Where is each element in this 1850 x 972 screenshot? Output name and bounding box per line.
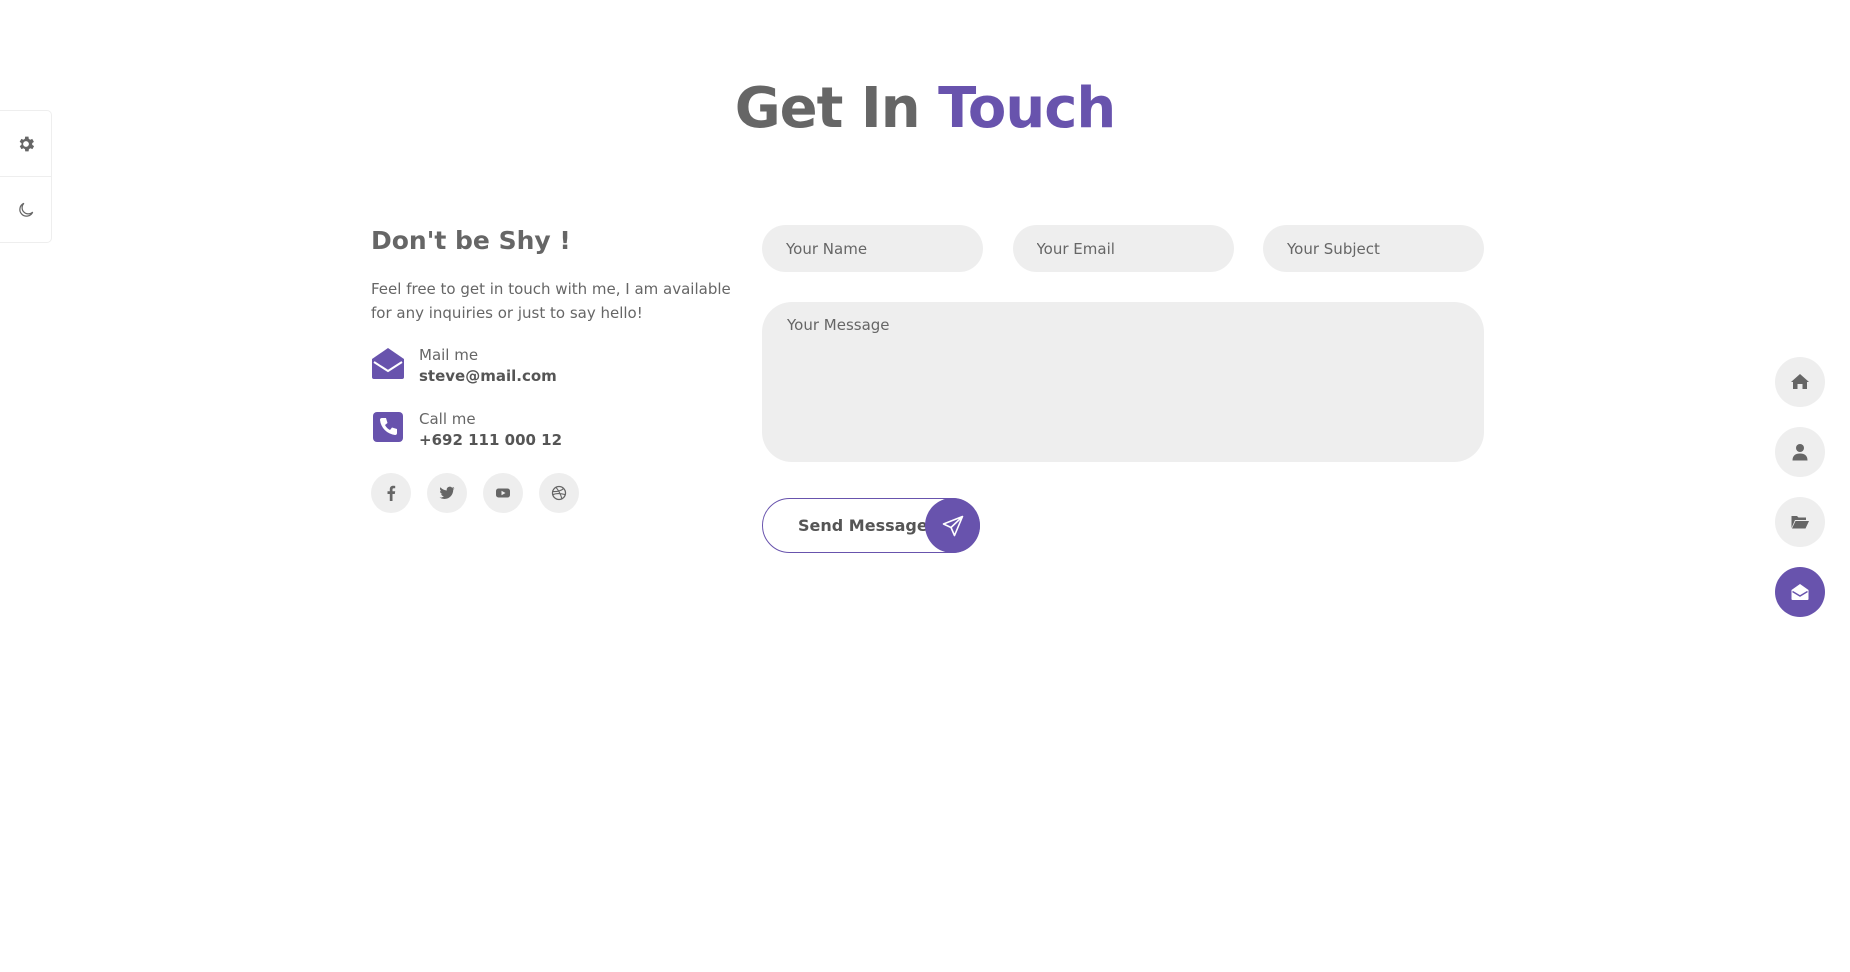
dribbble-icon — [551, 485, 567, 501]
page-title-accent: Touch — [938, 76, 1116, 141]
folder-open-icon — [1791, 516, 1809, 529]
twitter-button[interactable] — [427, 473, 467, 513]
send-message-button[interactable]: Send Message — [762, 498, 980, 553]
send-message-label: Send Message — [798, 516, 928, 535]
page-title-part1: Get In — [734, 76, 921, 141]
nav-contact-button[interactable] — [1775, 567, 1825, 617]
envelope-open-icon — [1791, 584, 1809, 600]
contact-form: Send Message — [762, 225, 1484, 553]
nav-about-button[interactable] — [1775, 427, 1825, 477]
facebook-icon — [387, 485, 396, 501]
dark-mode-toggle[interactable] — [0, 176, 51, 242]
page-title: Get In Touch — [0, 76, 1850, 141]
phone-label: Call me — [419, 410, 476, 428]
info-description: Feel free to get in touch with me, I am … — [371, 280, 731, 322]
contact-page: Get In Touch Don't be Shy ! Feel free to… — [0, 0, 1850, 972]
twitter-icon — [439, 486, 455, 499]
input-row — [762, 225, 1484, 272]
info-title: Don't be Shy ! — [371, 226, 571, 255]
phone-value[interactable]: +692 111 000 12 — [419, 430, 562, 451]
name-input[interactable] — [762, 225, 983, 272]
paper-plane-icon — [942, 515, 963, 536]
message-input[interactable] — [762, 302, 1484, 462]
user-icon — [1792, 444, 1808, 461]
mail-row: Mail me steve@mail.com — [371, 345, 737, 387]
home-icon — [1791, 374, 1809, 389]
mail-value[interactable]: steve@mail.com — [419, 366, 557, 387]
contact-info: Don't be Shy ! Feel free to get in touch… — [371, 226, 737, 513]
youtube-icon — [496, 488, 510, 498]
dribbble-button[interactable] — [539, 473, 579, 513]
nav-home-button[interactable] — [1775, 357, 1825, 407]
facebook-button[interactable] — [371, 473, 411, 513]
social-links — [371, 473, 737, 513]
subject-input[interactable] — [1263, 225, 1484, 272]
right-nav — [1775, 357, 1825, 637]
phone-icon — [371, 410, 405, 444]
email-input[interactable] — [1012, 225, 1234, 272]
send-circle — [925, 498, 980, 553]
phone-row: Call me +692 111 000 12 — [371, 409, 737, 451]
envelope-open-icon — [371, 346, 405, 380]
nav-portfolio-button[interactable] — [1775, 497, 1825, 547]
mail-label: Mail me — [419, 346, 479, 364]
youtube-button[interactable] — [483, 473, 523, 513]
moon-icon — [18, 202, 33, 217]
